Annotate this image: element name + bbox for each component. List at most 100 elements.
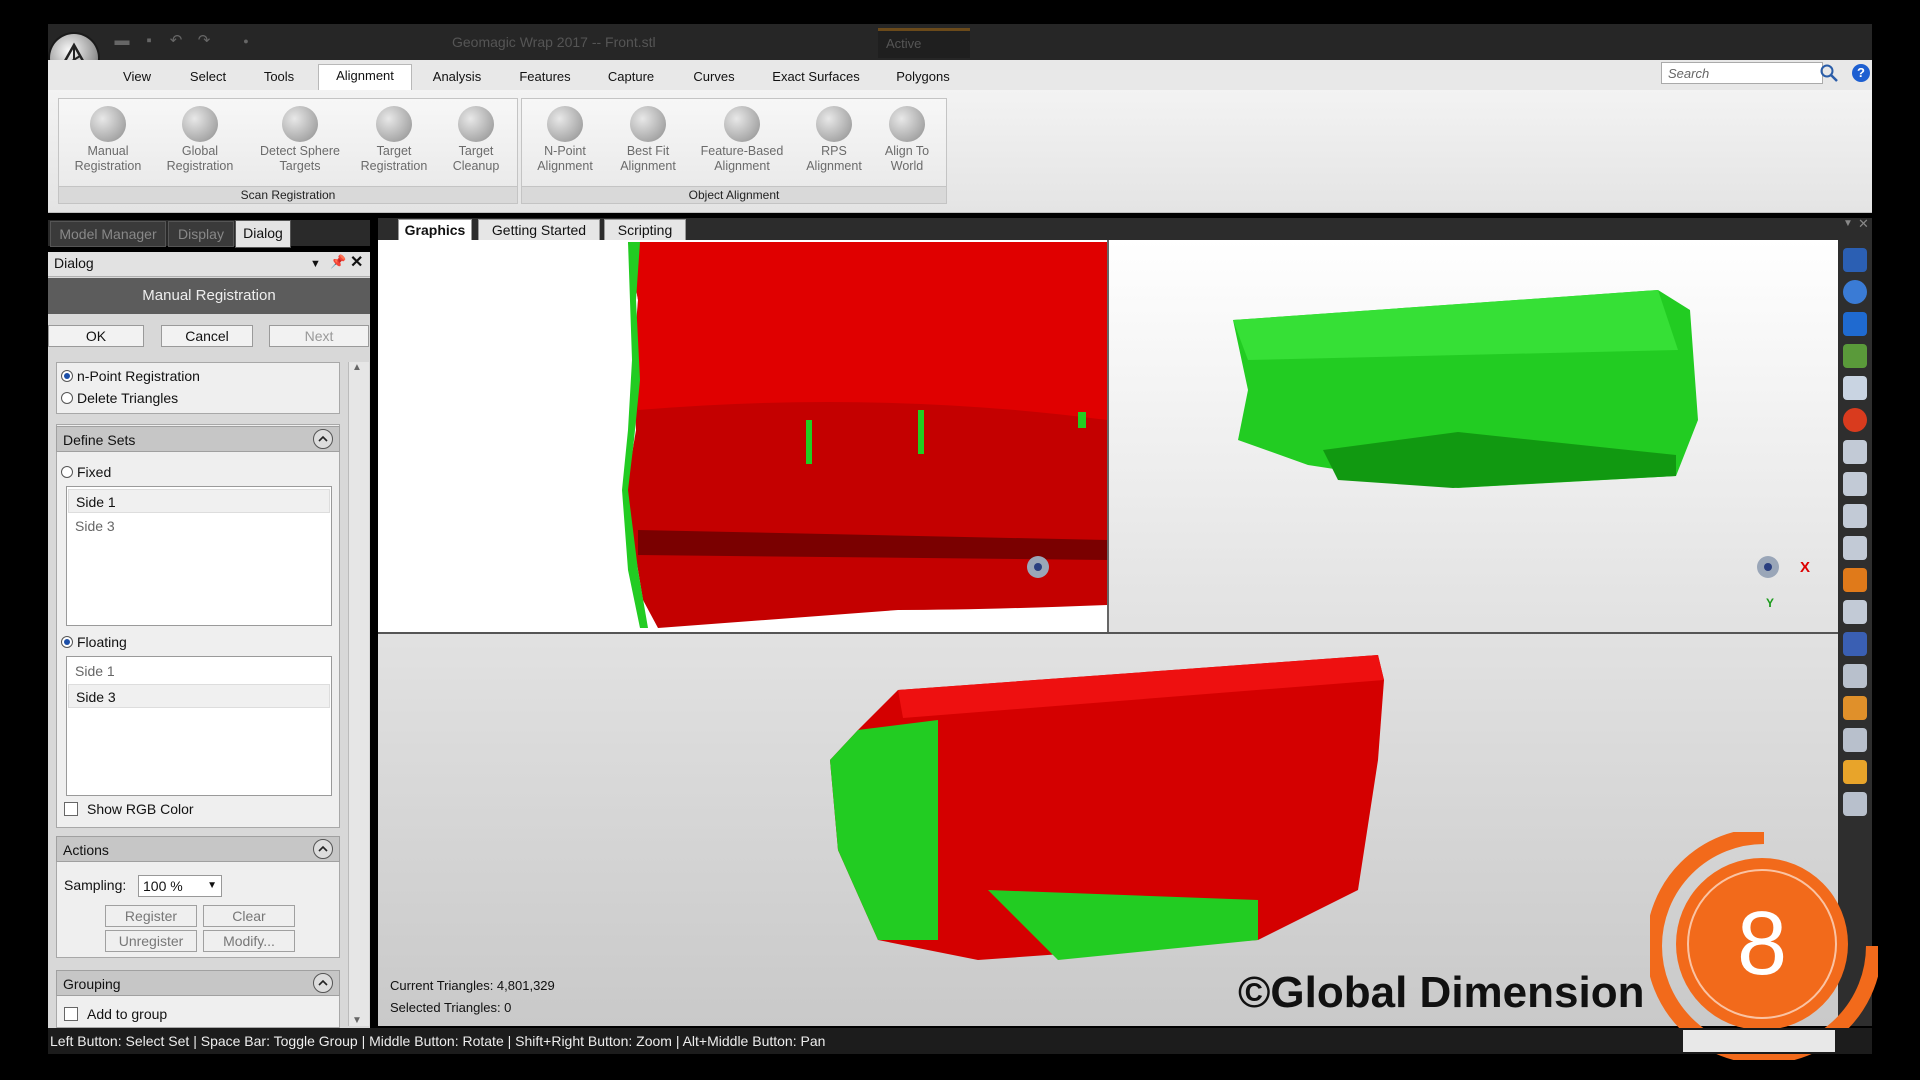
tab-features[interactable]: Features xyxy=(510,66,580,88)
best-fit-alignment-button[interactable]: Best Fit Alignment xyxy=(606,106,690,174)
next-button[interactable]: Next xyxy=(269,325,369,347)
pin-icon[interactable]: 📌 xyxy=(330,254,346,270)
floating-radio[interactable] xyxy=(61,636,73,648)
sampling-select[interactable]: 100 % ▼ xyxy=(138,875,222,897)
best-fit-alignment-icon xyxy=(630,106,666,142)
rectangle-select-icon[interactable] xyxy=(1843,440,1867,464)
customize-toolbar-icon[interactable]: ● xyxy=(236,32,256,50)
detect-sphere-targets-button[interactable]: Detect Sphere Targets xyxy=(250,106,350,174)
watermark-text: ©Global Dimension xyxy=(1238,968,1645,1017)
delete-triangles-radio[interactable] xyxy=(61,392,73,404)
n-point-alignment-button[interactable]: N-Point Alignment xyxy=(524,106,606,174)
tab-model-manager[interactable]: Model Manager xyxy=(50,221,166,247)
line-select-icon[interactable] xyxy=(1843,504,1867,528)
close-icon[interactable]: ✕ xyxy=(1858,216,1869,232)
button-label: Target xyxy=(458,144,494,158)
save-icon[interactable]: ▪ xyxy=(139,32,159,50)
panel-scrollbar[interactable]: ▲ ▼ xyxy=(348,362,369,1026)
register-button[interactable]: Register xyxy=(105,905,197,927)
select-all-icon[interactable] xyxy=(1843,760,1867,784)
target-cleanup-icon xyxy=(458,106,494,142)
rotate-view-icon[interactable] xyxy=(1843,280,1867,304)
manual-registration-button[interactable]: Manual Registration xyxy=(60,106,156,174)
button-label: Manual xyxy=(87,144,129,158)
tab-graphics[interactable]: Graphics xyxy=(398,219,472,241)
rps-alignment-button[interactable]: RPS Alignment xyxy=(794,106,874,174)
collapse-icon[interactable] xyxy=(313,429,333,449)
select-visible-icon[interactable] xyxy=(1843,664,1867,688)
fixed-radio[interactable] xyxy=(61,466,73,478)
align-to-world-icon xyxy=(889,106,925,142)
search-input[interactable]: Search xyxy=(1661,62,1823,84)
list-item[interactable]: Side 3 xyxy=(68,684,330,708)
tab-alignment[interactable]: Alignment xyxy=(318,64,412,91)
lasso-select-icon[interactable] xyxy=(1843,472,1867,496)
align-to-world-button[interactable]: Align To World xyxy=(872,106,942,174)
manual-registration-icon xyxy=(90,106,126,142)
select-through-icon[interactable] xyxy=(1843,632,1867,656)
tab-getting-started[interactable]: Getting Started xyxy=(478,219,600,241)
combined-mesh-view xyxy=(830,655,1384,960)
floating-mesh-view xyxy=(1233,290,1779,578)
fixed-list[interactable]: Side 1 Side 3 xyxy=(66,486,332,626)
tab-view[interactable]: View xyxy=(112,66,162,88)
collapse-icon[interactable] xyxy=(313,973,333,993)
tab-select[interactable]: Select xyxy=(182,66,234,88)
context-tab-active[interactable]: Active xyxy=(878,28,970,58)
clear-button[interactable]: Clear xyxy=(203,905,295,927)
fit-view-icon[interactable] xyxy=(1843,312,1867,336)
button-label: Best Fit xyxy=(626,144,670,158)
open-file-icon[interactable]: ▬ xyxy=(112,32,132,50)
actions-header[interactable]: Actions xyxy=(56,836,340,862)
dropdown-arrow-icon[interactable]: ▼ xyxy=(310,258,321,270)
global-registration-icon xyxy=(182,106,218,142)
target-registration-button[interactable]: Target Registration xyxy=(350,106,438,174)
list-item[interactable]: Side 3 xyxy=(68,514,330,538)
tab-dialog[interactable]: Dialog xyxy=(235,220,291,248)
list-item[interactable]: Side 1 xyxy=(68,659,330,683)
show-rgb-color-checkbox[interactable] xyxy=(64,802,78,816)
modify-button[interactable]: Modify... xyxy=(203,930,295,952)
tab-curves[interactable]: Curves xyxy=(684,66,744,88)
tab-scripting[interactable]: Scripting xyxy=(604,219,686,241)
cancel-button[interactable]: Cancel xyxy=(161,325,253,347)
n-point-registration-radio[interactable] xyxy=(61,370,73,382)
target-cleanup-button[interactable]: Target Cleanup xyxy=(436,106,516,174)
paint-select-icon[interactable] xyxy=(1843,568,1867,592)
tab-polygons[interactable]: Polygons xyxy=(888,66,958,88)
viewport-vertical-divider xyxy=(1107,240,1109,632)
zoom-icon[interactable] xyxy=(1843,376,1867,400)
dialog-heading: Manual Registration xyxy=(48,278,370,314)
brush-select-icon[interactable] xyxy=(1843,536,1867,560)
close-icon[interactable]: ✕ xyxy=(350,252,363,272)
list-item[interactable]: Side 1 xyxy=(68,489,330,513)
ok-button[interactable]: OK xyxy=(48,325,144,347)
rps-alignment-icon xyxy=(816,106,852,142)
define-sets-header[interactable]: Define Sets xyxy=(56,426,340,452)
unregister-button[interactable]: Unregister xyxy=(105,930,197,952)
global-registration-button[interactable]: Global Registration xyxy=(154,106,246,174)
dropdown-arrow-icon[interactable]: ▼ xyxy=(1843,218,1853,229)
feature-based-alignment-button[interactable]: Feature-Based Alignment xyxy=(690,106,794,174)
button-label: RPS xyxy=(821,144,847,158)
select-by-area-icon[interactable] xyxy=(1843,728,1867,752)
tab-display[interactable]: Display xyxy=(168,221,234,247)
tab-tools[interactable]: Tools xyxy=(254,66,304,88)
collapse-icon[interactable] xyxy=(313,839,333,859)
color-wheel-icon[interactable] xyxy=(1843,408,1867,432)
add-to-group-checkbox[interactable] xyxy=(64,1007,78,1021)
help-icon[interactable]: ? xyxy=(1852,64,1870,82)
redo-icon[interactable]: ↷ xyxy=(194,32,214,50)
floating-list[interactable]: Side 1 Side 3 xyxy=(66,656,332,796)
grouping-header[interactable]: Grouping xyxy=(56,970,340,996)
landscape-icon[interactable] xyxy=(1843,344,1867,368)
undo-icon[interactable]: ↶ xyxy=(166,32,186,50)
select-by-angle-icon[interactable] xyxy=(1843,696,1867,720)
search-icon[interactable] xyxy=(1819,63,1839,83)
tab-exact-surfaces[interactable]: Exact Surfaces xyxy=(764,66,868,88)
tab-capture[interactable]: Capture xyxy=(598,66,664,88)
front-view-icon[interactable] xyxy=(1843,248,1867,272)
polyline-select-icon[interactable] xyxy=(1843,600,1867,624)
tab-analysis[interactable]: Analysis xyxy=(424,66,490,88)
clear-selection-icon[interactable] xyxy=(1843,792,1867,816)
